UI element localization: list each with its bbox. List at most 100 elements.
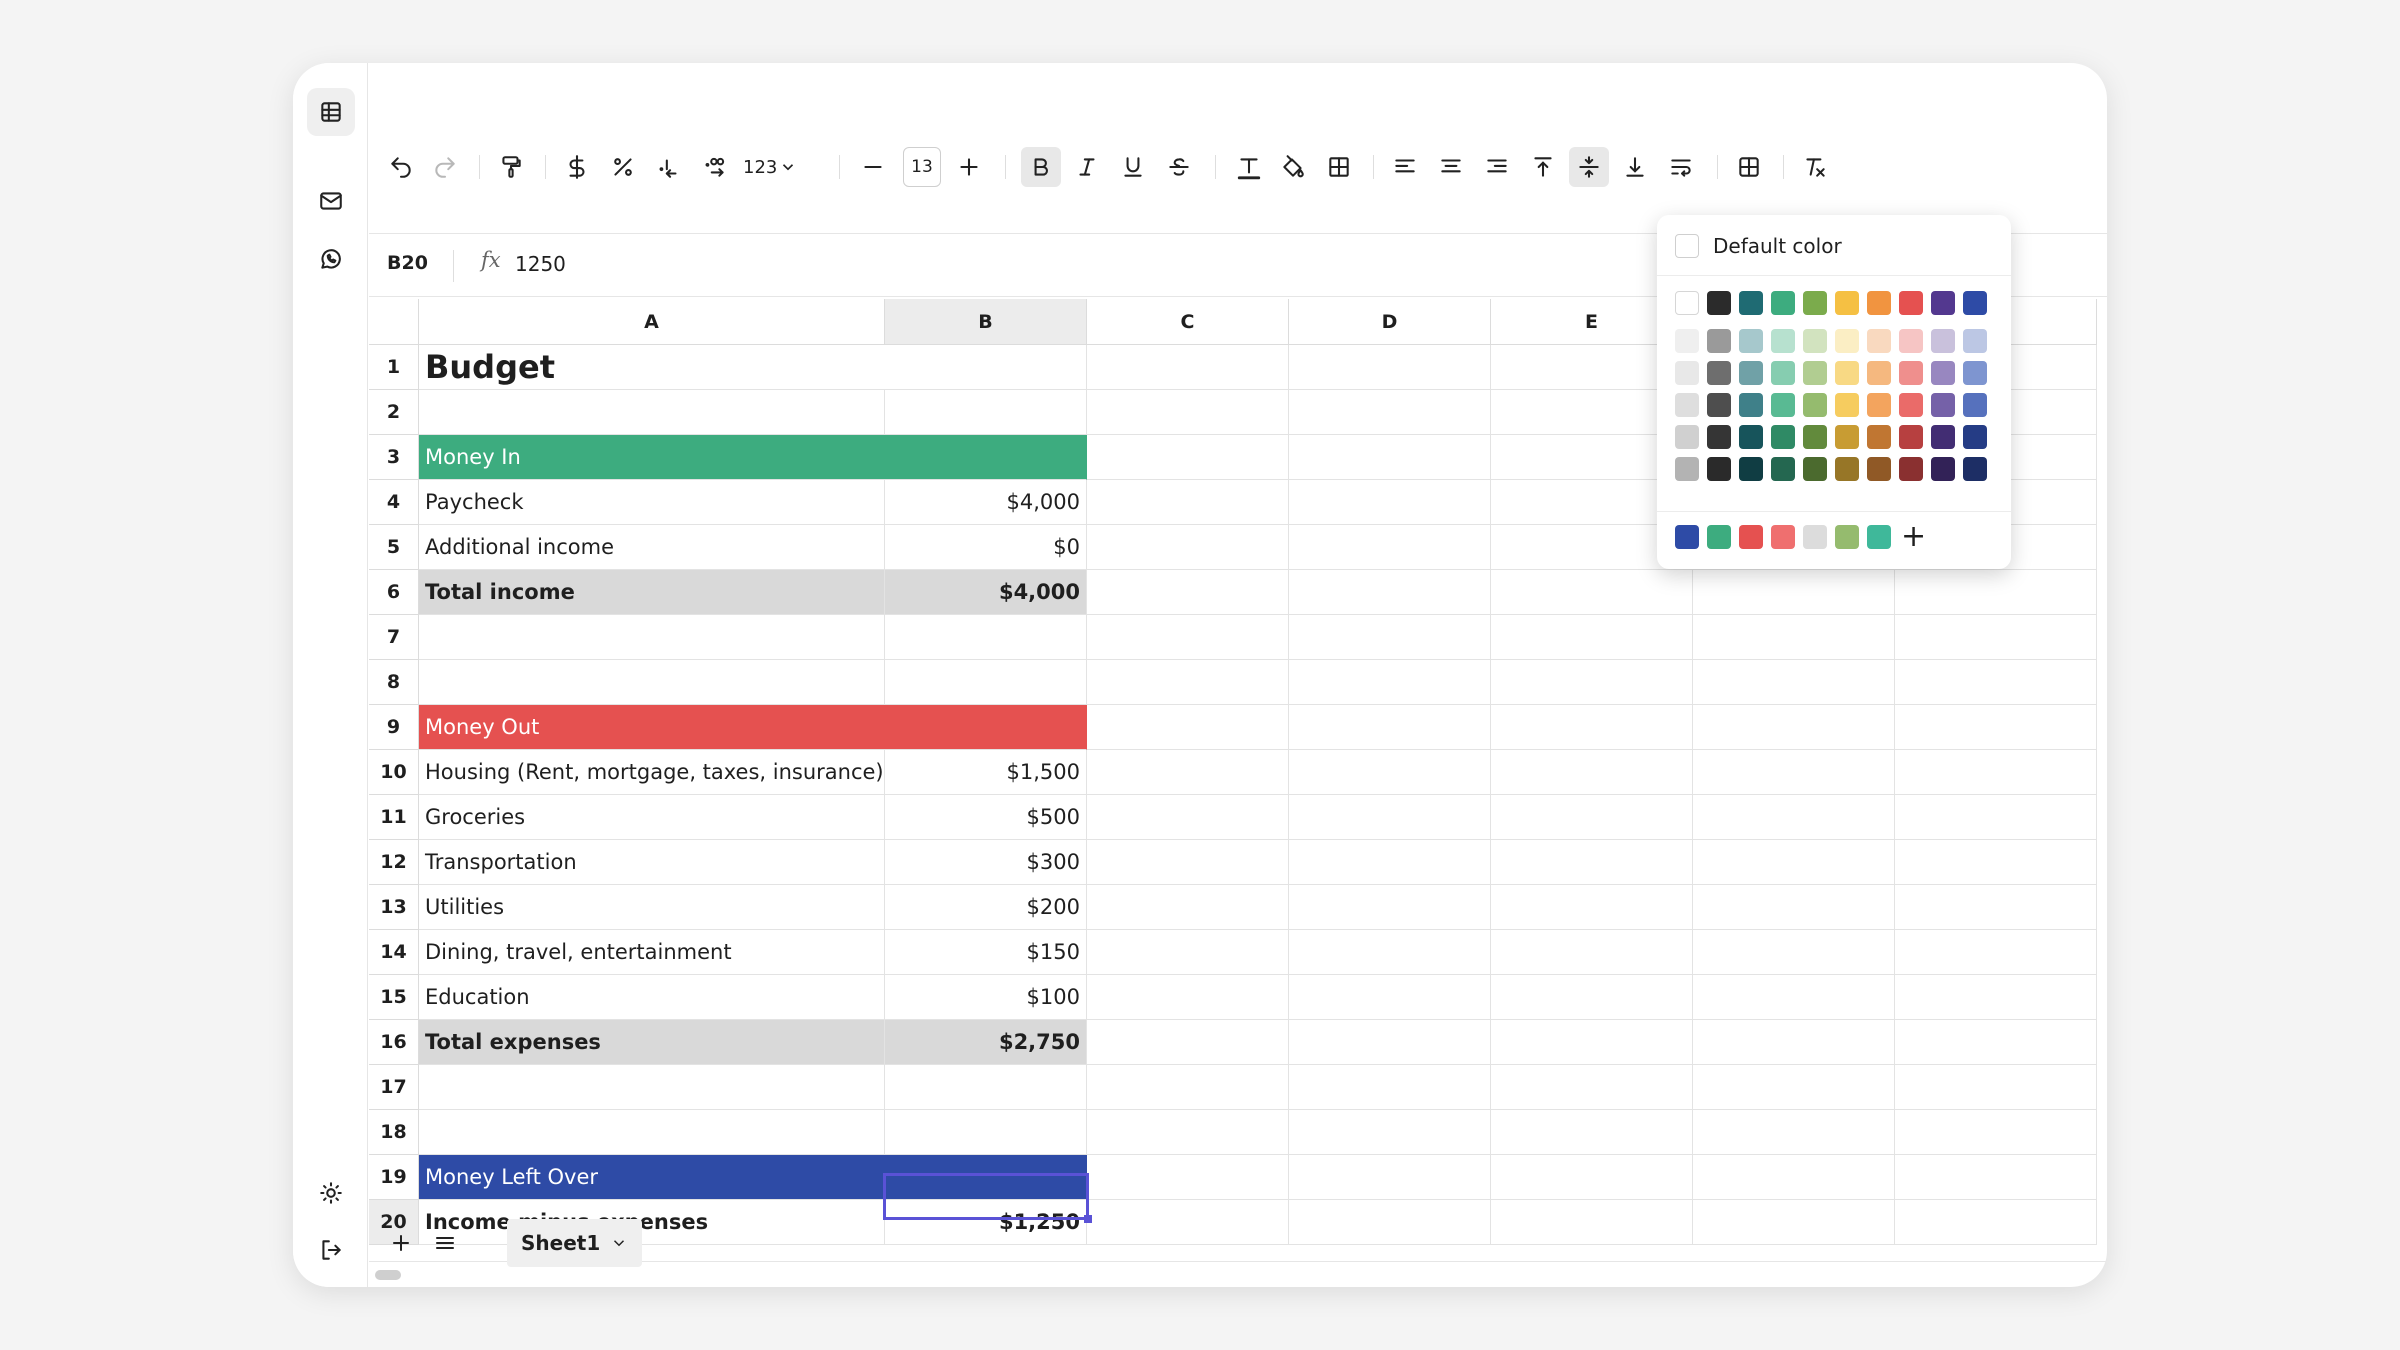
cell-d[interactable] bbox=[1289, 975, 1491, 1020]
cell-a[interactable] bbox=[419, 1065, 885, 1110]
color-swatch[interactable] bbox=[1835, 329, 1859, 353]
color-swatch[interactable] bbox=[1803, 291, 1827, 315]
decrease-font-size-button[interactable] bbox=[855, 147, 891, 187]
cell-d[interactable] bbox=[1289, 885, 1491, 930]
color-swatch[interactable] bbox=[1963, 361, 1987, 385]
color-swatch[interactable] bbox=[1707, 393, 1731, 417]
color-swatch[interactable] bbox=[1771, 361, 1795, 385]
cell-g[interactable] bbox=[1895, 615, 2097, 660]
color-swatch[interactable] bbox=[1739, 291, 1763, 315]
cell-d[interactable] bbox=[1289, 615, 1491, 660]
cell-a[interactable]: Groceries bbox=[419, 795, 885, 840]
color-swatch[interactable] bbox=[1739, 361, 1763, 385]
cell-e[interactable] bbox=[1491, 705, 1693, 750]
color-swatch[interactable] bbox=[1803, 393, 1827, 417]
color-swatch[interactable] bbox=[1867, 329, 1891, 353]
align-bottom-button[interactable] bbox=[1617, 147, 1653, 187]
increase-decimal-button[interactable] bbox=[697, 147, 733, 187]
color-swatch[interactable] bbox=[1675, 291, 1699, 315]
cell-c[interactable] bbox=[1087, 750, 1289, 795]
text-wrap-button[interactable] bbox=[1663, 147, 1699, 187]
color-swatch[interactable] bbox=[1867, 291, 1891, 315]
cell-c[interactable] bbox=[1087, 1110, 1289, 1155]
cell-a[interactable]: Transportation bbox=[419, 840, 885, 885]
font-size-input[interactable]: 13 bbox=[903, 147, 941, 187]
color-swatch[interactable] bbox=[1867, 457, 1891, 481]
cell-c[interactable] bbox=[1087, 1065, 1289, 1110]
cell-f[interactable] bbox=[1693, 570, 1895, 615]
cell-c[interactable] bbox=[1087, 435, 1289, 480]
recent-color-swatch[interactable] bbox=[1739, 525, 1763, 549]
cell-b[interactable] bbox=[885, 1110, 1087, 1155]
cell-g[interactable] bbox=[1895, 840, 2097, 885]
row-header[interactable]: 19 bbox=[369, 1155, 419, 1200]
cell-d[interactable] bbox=[1289, 390, 1491, 435]
cell-f[interactable] bbox=[1693, 750, 1895, 795]
row-header[interactable]: 14 bbox=[369, 930, 419, 975]
cell-e[interactable] bbox=[1491, 615, 1693, 660]
decrease-decimal-button[interactable] bbox=[651, 147, 687, 187]
cell-e[interactable] bbox=[1491, 885, 1693, 930]
cell-e[interactable] bbox=[1491, 1065, 1693, 1110]
cell-a[interactable]: Money In bbox=[419, 435, 885, 480]
cell-a[interactable]: Housing (Rent, mortgage, taxes, insuranc… bbox=[419, 750, 885, 795]
cell-e[interactable] bbox=[1491, 795, 1693, 840]
cell-g[interactable] bbox=[1895, 885, 2097, 930]
color-swatch[interactable] bbox=[1803, 329, 1827, 353]
color-swatch[interactable] bbox=[1963, 457, 1987, 481]
color-swatch[interactable] bbox=[1931, 393, 1955, 417]
cell-c[interactable] bbox=[1087, 390, 1289, 435]
cell-c[interactable] bbox=[1087, 840, 1289, 885]
color-swatch[interactable] bbox=[1867, 361, 1891, 385]
cell-f[interactable] bbox=[1693, 615, 1895, 660]
color-swatch[interactable] bbox=[1675, 425, 1699, 449]
cell-b[interactable]: $200 bbox=[885, 885, 1087, 930]
color-swatch[interactable] bbox=[1675, 361, 1699, 385]
cell-c[interactable] bbox=[1087, 795, 1289, 840]
cell-g[interactable] bbox=[1895, 660, 2097, 705]
color-swatch[interactable] bbox=[1963, 291, 1987, 315]
color-swatch[interactable] bbox=[1771, 457, 1795, 481]
color-swatch[interactable] bbox=[1707, 457, 1731, 481]
color-swatch[interactable] bbox=[1771, 329, 1795, 353]
redo-button[interactable] bbox=[427, 147, 463, 187]
cell-b[interactable] bbox=[885, 705, 1087, 750]
color-swatch[interactable] bbox=[1963, 329, 1987, 353]
cell-a[interactable] bbox=[419, 660, 885, 705]
recent-color-swatch[interactable] bbox=[1803, 525, 1827, 549]
cell-d[interactable] bbox=[1289, 705, 1491, 750]
row-header[interactable]: 12 bbox=[369, 840, 419, 885]
add-sheet-button[interactable] bbox=[381, 1223, 421, 1263]
cell-f[interactable] bbox=[1693, 1020, 1895, 1065]
cell-b[interactable] bbox=[885, 1065, 1087, 1110]
cell-b[interactable] bbox=[885, 660, 1087, 705]
cell-g[interactable] bbox=[1895, 1020, 2097, 1065]
cell-a[interactable]: Paycheck bbox=[419, 480, 885, 525]
align-left-button[interactable] bbox=[1387, 147, 1423, 187]
column-header-d[interactable]: D bbox=[1289, 299, 1491, 345]
increase-font-size-button[interactable] bbox=[951, 147, 987, 187]
cell-f[interactable] bbox=[1693, 1110, 1895, 1155]
color-swatch[interactable] bbox=[1707, 291, 1731, 315]
cell-b[interactable]: $4,000 bbox=[885, 480, 1087, 525]
paint-format-button[interactable] bbox=[493, 147, 529, 187]
row-header[interactable]: 3 bbox=[369, 435, 419, 480]
recent-color-swatch[interactable] bbox=[1835, 525, 1859, 549]
cell-b[interactable]: $300 bbox=[885, 840, 1087, 885]
color-swatch[interactable] bbox=[1899, 361, 1923, 385]
cell-d[interactable] bbox=[1289, 525, 1491, 570]
color-swatch[interactable] bbox=[1899, 291, 1923, 315]
cell-f[interactable] bbox=[1693, 930, 1895, 975]
row-header[interactable]: 9 bbox=[369, 705, 419, 750]
row-header[interactable]: 11 bbox=[369, 795, 419, 840]
color-swatch[interactable] bbox=[1803, 425, 1827, 449]
cell-f[interactable] bbox=[1693, 1155, 1895, 1200]
cell-g[interactable] bbox=[1895, 1155, 2097, 1200]
color-swatch[interactable] bbox=[1899, 425, 1923, 449]
cell-b[interactable]: $2,750 bbox=[885, 1020, 1087, 1065]
cell-a[interactable]: Money Out bbox=[419, 705, 885, 750]
color-swatch[interactable] bbox=[1739, 329, 1763, 353]
row-header[interactable]: 13 bbox=[369, 885, 419, 930]
logout-button[interactable] bbox=[307, 1226, 355, 1274]
cell-e[interactable] bbox=[1491, 1110, 1693, 1155]
